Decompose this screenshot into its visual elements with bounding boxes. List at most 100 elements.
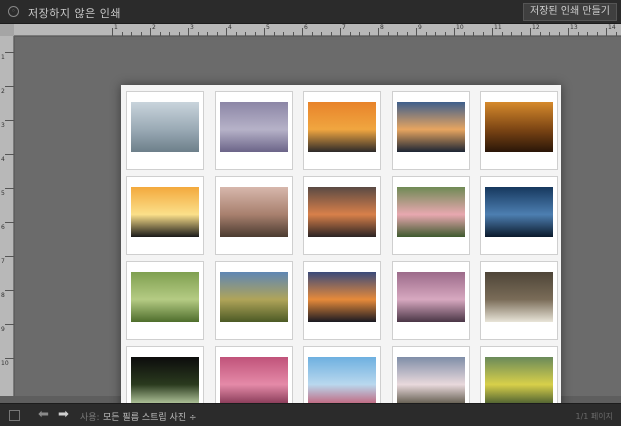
ruler-tick [5,256,14,257]
ruler-tick [5,120,14,121]
ruler-minor-tick [473,32,474,36]
ruler-minor-tick [330,32,332,36]
ruler-minor-tick [444,32,446,36]
photo-thumbnail-cherry-blossom-branches [396,357,465,407]
photo-thumbnail-wheat-field-sky [219,272,288,322]
photo-cell[interactable] [303,91,381,170]
ruler-minor-tick [539,32,541,36]
ruler-minor-tick [169,32,170,36]
ruler-minor-tick [558,32,560,36]
ruler-minor-tick [283,32,284,36]
ruler-tick [530,28,531,36]
ruler-tick [5,52,14,53]
ruler-tick [226,28,227,36]
left-ruler: 1 2 3 4 5 6 7 8 9 10 [0,24,14,396]
photo-thumbnail-orange-sunset-sea [308,102,376,152]
ruler-label: 11 [494,24,502,31]
ruler-tick [150,28,151,36]
ruler-minor-tick [596,32,598,36]
photo-thumbnail-sun-behind-clouds-sea [308,187,376,237]
use-label: 사용: [80,413,100,423]
ruler-tick [112,28,113,36]
print-module-window: ◦ 저장하지 않은 인쇄 저장된 인쇄 만들기 1 2 3 4 5 6 7 8 9 10 11 12 1… [0,0,621,426]
ruler-tick [5,222,14,223]
top-ruler: 1 2 3 4 5 6 7 8 9 10 11 12 13 14 [14,24,621,36]
photo-cell[interactable] [480,261,558,340]
ruler-minor-tick [121,32,123,36]
ruler-label: 6 [304,24,308,31]
forward-arrow-icon[interactable]: ➡ [58,407,69,422]
photo-cell[interactable] [126,176,204,255]
photo-thumbnail-purple-flower-field [219,102,288,152]
back-arrow-icon[interactable]: ⬅ [38,407,49,422]
ruler-minor-tick [387,32,389,36]
photo-thumbnail-lake-sky-pink-field [308,357,376,407]
photo-cell[interactable] [126,91,204,170]
ruler-minor-tick [311,32,313,36]
ruler-tick [5,324,14,325]
ruler-label: 9 [418,24,422,31]
photo-thumbnail-pink-dusk-field [219,187,288,237]
ruler-minor-tick [435,32,436,36]
photo-thumbnail-sunrise-over-hills [131,187,199,237]
ruler-minor-tick [501,32,503,36]
photo-cell[interactable] [480,91,558,170]
ruler-minor-tick [292,32,294,36]
photo-thumbnail-white-flowers-dark [485,272,553,322]
ruler-tick [5,154,14,155]
photo-cell[interactable] [126,261,204,340]
ruler-label: 12 [532,24,540,31]
photo-cell[interactable] [391,91,470,170]
ruler-label: 13 [570,24,578,31]
title-bar: ◦ 저장하지 않은 인쇄 저장된 인쇄 만들기 [0,0,621,24]
ruler-tick [302,28,303,36]
ruler-tick [568,28,569,36]
ruler-minor-tick [349,32,351,36]
photo-thumbnail-dusk-sky-horizon [396,102,465,152]
ruler-minor-tick [273,32,275,36]
ruler-label: 2 [1,88,5,95]
window-title: 저장하지 않은 인쇄 [28,7,121,20]
contact-sheet-page[interactable] [121,85,561,426]
ruler-label: 10 [456,24,464,31]
photo-cell[interactable] [214,261,293,340]
photo-source-select[interactable]: 모든 필름 스트립 사진 ÷ [103,410,197,423]
photo-cell[interactable] [303,176,381,255]
grid-view-icon[interactable] [9,410,20,421]
ruler-corner [0,24,14,36]
photo-cell[interactable] [214,91,293,170]
ruler-label: 3 [1,122,5,129]
ruler-minor-tick [245,32,246,36]
ruler-minor-tick [587,32,588,36]
ruler-minor-tick [207,32,208,36]
ruler-tick [416,28,417,36]
photo-cell[interactable] [214,176,293,255]
ruler-minor-tick [197,32,199,36]
photo-cell[interactable] [391,176,470,255]
ruler-minor-tick [406,32,408,36]
ruler-label: 5 [266,24,270,31]
ruler-minor-tick [520,32,522,36]
photo-thumbnail-windmills-sunset [308,272,376,322]
ruler-label: 6 [1,224,5,231]
ruler-minor-tick [397,32,398,36]
photo-cell[interactable] [303,261,381,340]
photo-thumbnail-green-meadow [131,272,199,322]
photo-cell[interactable] [480,176,558,255]
photo-thumbnail-pink-flower-field [219,357,288,407]
ruler-minor-tick [577,32,579,36]
photo-source-value: 모든 필름 스트립 사진 [103,413,187,423]
photo-thumbnail-misty-sea [131,102,199,152]
ruler-label: 8 [380,24,384,31]
print-canvas [15,37,621,426]
ruler-tick [454,28,455,36]
ruler-minor-tick [463,32,465,36]
ruler-tick [188,28,189,36]
photo-thumbnail-pink-blossom-tree [396,272,465,322]
dropdown-arrow-icon: ÷ [188,413,197,423]
ruler-tick [5,290,14,291]
photo-cell[interactable] [391,261,470,340]
ruler-label: 4 [1,156,5,163]
create-saved-print-button[interactable]: 저장된 인쇄 만들기 [523,3,617,21]
photo-thumbnail-grass-silhouette-sunset [485,102,553,152]
